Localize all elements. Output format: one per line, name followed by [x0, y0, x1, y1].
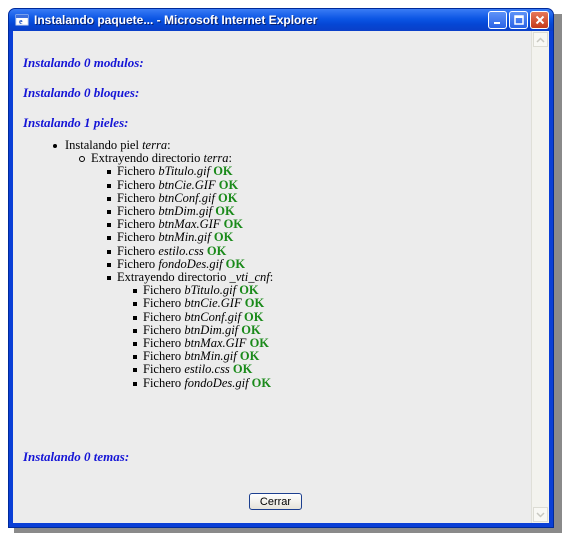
- subdir-name: _vti_cnf: [229, 270, 270, 285]
- vertical-scrollbar[interactable]: [531, 31, 549, 523]
- file-name: btnMax.GIF: [158, 217, 221, 232]
- close-window-button[interactable]: Cerrar: [249, 493, 302, 510]
- file-list: Fichero bTitulo.gif OK Fichero btnCie.GI…: [91, 165, 273, 389]
- file-label: Fichero: [143, 322, 185, 337]
- piel-sublist: Extrayendo directorio terra: Fichero bTi…: [65, 152, 273, 390]
- heading-pieles: Instalando 1 pieles:: [23, 115, 129, 130]
- install-tree: Instalando piel terra: Extrayendo direct…: [13, 138, 273, 390]
- file-name: fondoDes.gif: [158, 256, 223, 271]
- title-bar[interactable]: e Instalando paquete... - Microsoft Inte…: [9, 9, 553, 31]
- heading-modulos: Instalando 0 modulos:: [23, 55, 144, 70]
- status-ok: OK: [218, 190, 238, 205]
- status-ok: OK: [223, 217, 244, 232]
- file-name: btnMin.gif: [184, 349, 237, 364]
- page-content: Instalando 0 modulos: Instalando 0 bloqu…: [13, 31, 532, 523]
- minimize-button[interactable]: [488, 11, 507, 29]
- maximize-icon: [513, 15, 524, 25]
- status-ok: OK: [244, 296, 265, 311]
- file-label: Fichero: [143, 283, 185, 298]
- file-label: Fichero: [143, 309, 185, 324]
- file-label: Fichero: [117, 190, 159, 205]
- close-icon: [535, 15, 544, 25]
- status-ok: OK: [213, 164, 233, 179]
- file-name: btnMin.gif: [158, 230, 211, 245]
- file-name: btnMax.GIF: [184, 336, 247, 351]
- minimize-icon: [493, 22, 500, 24]
- file-name: bTitulo.gif: [158, 164, 211, 179]
- file-name: estilo.css: [158, 243, 204, 258]
- file-label: Fichero: [117, 256, 159, 271]
- window-title: Instalando paquete... - Microsoft Intern…: [34, 13, 318, 27]
- file-label: Fichero: [143, 349, 185, 364]
- file-name: bTitulo.gif: [184, 283, 237, 298]
- status-ok: OK: [232, 362, 253, 377]
- heading-temas: Instalando 0 temas:: [23, 449, 130, 464]
- status-ok: OK: [244, 309, 264, 324]
- dir-prefix: Extrayendo directorio: [91, 151, 204, 166]
- status-ok: OK: [225, 256, 246, 271]
- file-label: Fichero: [143, 296, 185, 311]
- status-ok: OK: [249, 336, 270, 351]
- file-label: Fichero: [143, 362, 185, 377]
- piel-suffix: :: [167, 138, 171, 152]
- subdir-prefix: Extrayendo directorio: [117, 270, 230, 285]
- subfile-list: Fichero bTitulo.gif OK Fichero btnCie.GI…: [117, 284, 273, 390]
- status-ok: OK: [251, 375, 272, 390]
- status-ok: OK: [239, 349, 260, 364]
- file-label: Fichero: [143, 375, 185, 390]
- heading-bloques: Instalando 0 bloques:: [23, 85, 140, 100]
- dir-name: terra: [203, 151, 229, 166]
- file-label: Fichero: [117, 230, 159, 245]
- scroll-down-arrow-icon[interactable]: [533, 507, 548, 522]
- file-name: estilo.css: [184, 362, 230, 377]
- status-ok: OK: [241, 322, 261, 337]
- file-name: btnCie.GIF: [158, 177, 216, 192]
- file-label: Fichero: [117, 204, 159, 219]
- file-label: Fichero: [117, 164, 159, 179]
- file-name: btnConf.gif: [158, 190, 215, 205]
- file-item: Fichero fondoDes.gif OK: [117, 375, 273, 390]
- close-button[interactable]: [530, 11, 549, 29]
- page-client-area: Instalando 0 modulos: Instalando 0 bloqu…: [13, 31, 549, 523]
- file-label: Fichero: [117, 243, 159, 258]
- list-item-subdirectorio: Extrayendo directorio _vti_cnf: Fichero …: [91, 270, 274, 390]
- browser-window: e Instalando paquete... - Microsoft Inte…: [8, 8, 554, 528]
- ie-window-icon[interactable]: e: [14, 12, 30, 28]
- list-item-piel: Instalando piel terra: Extrayendo direct…: [13, 138, 273, 390]
- dir-suffix: :: [228, 151, 232, 166]
- svg-text:e: e: [19, 17, 23, 26]
- piel-name: terra: [142, 138, 168, 152]
- file-name: btnDim.gif: [184, 322, 239, 337]
- file-label: Fichero: [117, 177, 159, 192]
- subdir-suffix: :: [269, 270, 274, 285]
- file-label: Fichero: [143, 336, 185, 351]
- maximize-button[interactable]: [509, 11, 528, 29]
- file-name: fondoDes.gif: [184, 375, 249, 390]
- file-name: btnConf.gif: [184, 309, 241, 324]
- status-ok: OK: [213, 230, 234, 245]
- file-name: btnDim.gif: [158, 204, 213, 219]
- piel-prefix: Instalando piel: [65, 138, 143, 152]
- file-name: btnCie.GIF: [184, 296, 242, 311]
- title-bar-buttons: [488, 11, 549, 29]
- file-label: Fichero: [117, 217, 159, 232]
- status-ok: OK: [218, 177, 239, 192]
- list-item-directorio: Extrayendo directorio terra: Fichero bTi…: [65, 152, 273, 390]
- status-ok: OK: [206, 243, 227, 258]
- status-ok: OK: [215, 204, 235, 219]
- status-ok: OK: [239, 283, 259, 298]
- scroll-up-arrow-icon[interactable]: [533, 32, 548, 47]
